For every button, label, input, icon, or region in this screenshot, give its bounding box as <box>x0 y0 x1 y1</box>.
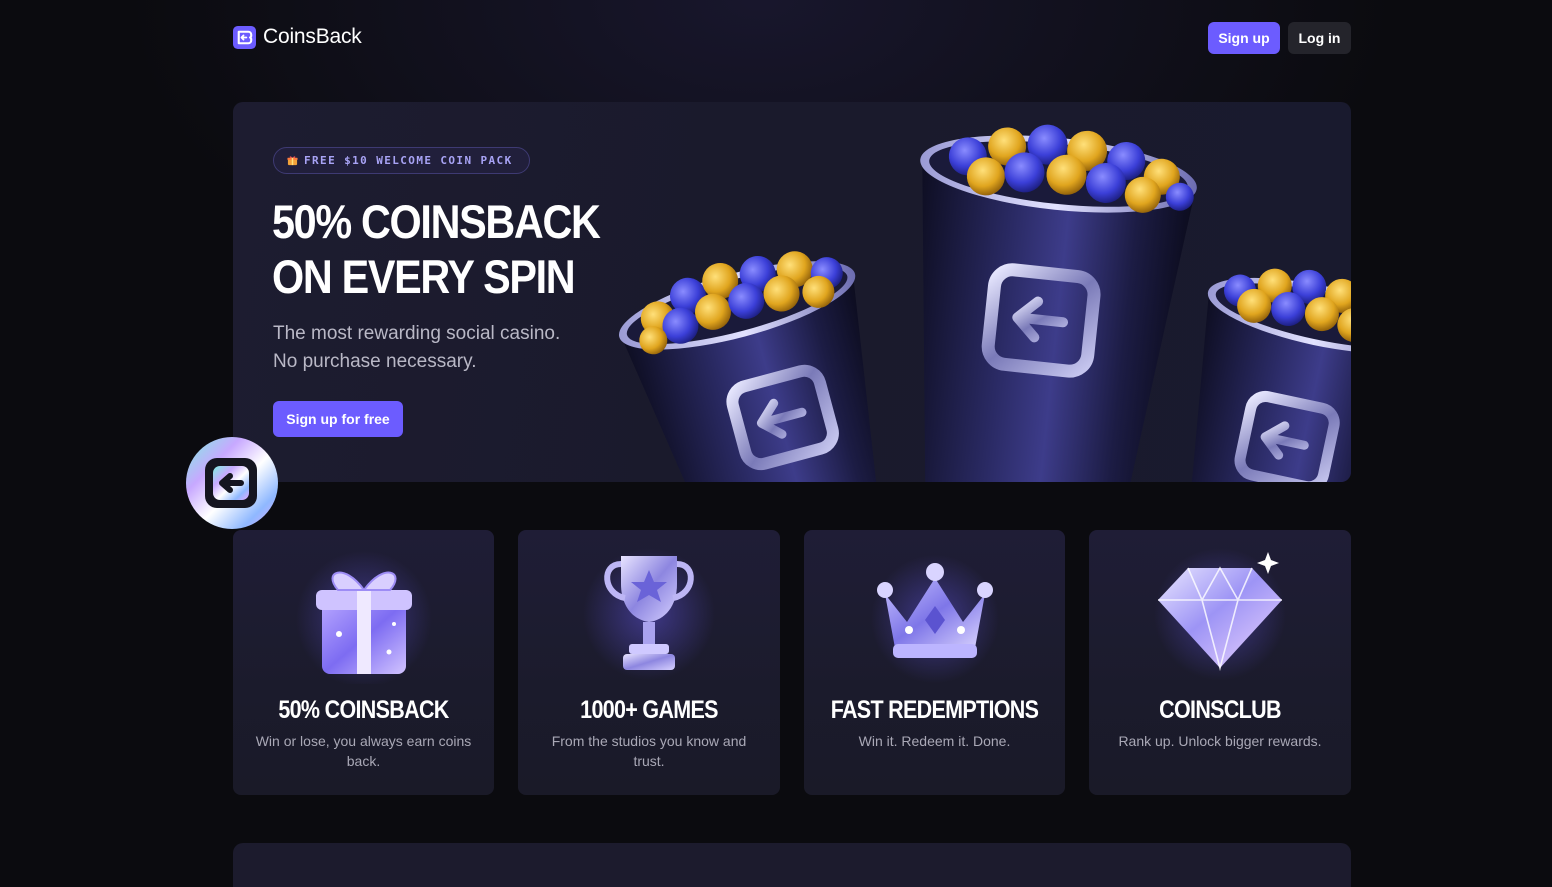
hero-title-line-1: 50% COINSBACK <box>272 195 601 248</box>
coin-cups-illustration <box>618 124 1351 482</box>
promo-pill[interactable]: FREE $10 WELCOME COIN PACK <box>273 147 530 174</box>
feature-description: From the studios you know and trust. <box>551 733 747 769</box>
feature-description: Rank up. Unlock bigger rewards. <box>1118 733 1322 749</box>
gift-icon <box>287 156 298 166</box>
brand-logo[interactable]: CoinsBack <box>233 25 362 49</box>
hero-title: 50% COINSBACK ON EVERY SPIN <box>272 194 642 304</box>
right-cup <box>1186 268 1351 482</box>
crown-icon <box>870 555 999 683</box>
feature-card-coinsclub: COINSCLUB Rank up. Unlock bigger rewards… <box>1089 530 1351 795</box>
hero-subtitle: The most rewarding social casino. No pur… <box>273 320 633 376</box>
signup-button[interactable]: Sign up <box>1208 22 1280 54</box>
hero-banner: FREE $10 WELCOME COIN PACK 50% COINSBACK… <box>233 102 1351 482</box>
left-cup <box>618 251 879 482</box>
diamond-icon <box>1154 548 1286 680</box>
feature-title: 50% COINSBACK <box>278 696 449 724</box>
next-section-panel <box>233 843 1351 887</box>
hero-subtitle-line-1: The most rewarding social casino. <box>273 323 561 344</box>
feature-card-redemptions: FAST REDEMPTIONS Win it. Redeem it. Done… <box>804 530 1065 795</box>
feature-description: Win or lose, you always earn coins back. <box>255 733 472 769</box>
feature-title: COINSCLUB <box>1159 696 1281 724</box>
brand-name: CoinsBack <box>263 25 362 48</box>
feature-title: FAST REDEMPTIONS <box>830 696 1039 724</box>
hero-title-line-2: ON EVERY SPIN <box>272 250 576 303</box>
feature-card-coinsback: 50% COINSBACK Win or lose, you always ea… <box>233 530 494 795</box>
feature-description: Win it. Redeem it. Done. <box>858 733 1011 749</box>
middle-cup <box>920 124 1197 482</box>
signup-free-button[interactable]: Sign up for free <box>273 401 403 437</box>
trophy-icon <box>583 548 715 680</box>
feature-card-games: 1000+ GAMES From the studios you know an… <box>518 530 780 795</box>
gift-box-icon <box>295 551 432 684</box>
site-header: CoinsBack Sign up Log in <box>233 22 1351 54</box>
promo-text: FREE $10 WELCOME COIN PACK <box>304 154 513 167</box>
coinsback-logo-icon <box>233 25 256 49</box>
hero-subtitle-line-2: No purchase necessary. <box>273 351 477 372</box>
holographic-badge-icon <box>186 437 278 529</box>
feature-title: 1000+ GAMES <box>580 696 718 724</box>
login-button[interactable]: Log in <box>1288 22 1351 54</box>
